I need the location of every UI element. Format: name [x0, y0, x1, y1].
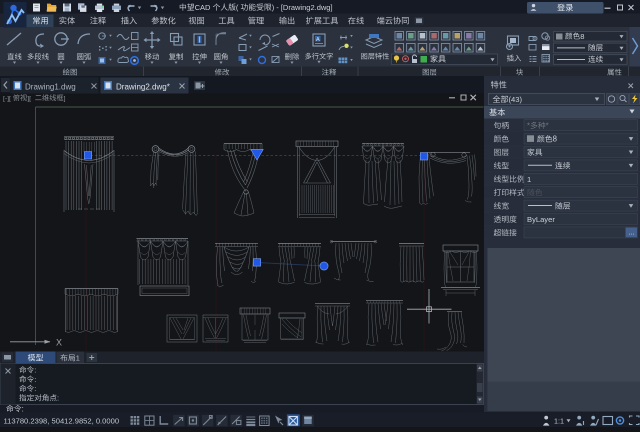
svg-text:...: ... — [629, 227, 635, 236]
svg-text:[-][: [-][ — [3, 95, 11, 102]
svg-text::: : — [34, 375, 36, 384]
svg-text:113780.2398, 50412.9852, 0.000: 113780.2398, 50412.9852, 0.0000 — [4, 417, 120, 426]
svg-text::: : — [57, 394, 59, 403]
svg-text::: : — [34, 366, 36, 375]
svg-text:1: 1 — [76, 354, 80, 363]
svg-text:Drawing1.dwg: Drawing1.dwg — [25, 83, 76, 92]
svg-text:1:1: 1:1 — [554, 416, 564, 425]
svg-text:Drawing2.dwg*: Drawing2.dwg* — [116, 83, 170, 92]
svg-text::: : — [34, 384, 36, 393]
svg-text::: : — [22, 404, 24, 413]
svg-text:8: 8 — [553, 135, 557, 144]
svg-text:1: 1 — [527, 175, 531, 184]
svg-text:X: X — [56, 338, 62, 348]
svg-text:]: ] — [64, 95, 66, 102]
svg-text:ByLayer: ByLayer — [527, 215, 555, 224]
svg-text:*: * — [546, 121, 549, 130]
svg-text:A: A — [316, 37, 320, 43]
svg-text:(43): (43) — [509, 95, 523, 104]
svg-text:) - [Drawing2.dwg]: ) - [Drawing2.dwg] — [272, 3, 333, 12]
svg-text:][: ][ — [27, 95, 31, 102]
svg-text:*: * — [527, 121, 530, 130]
svg-text:8: 8 — [580, 32, 584, 41]
svg-text:CAD: CAD — [195, 3, 211, 12]
